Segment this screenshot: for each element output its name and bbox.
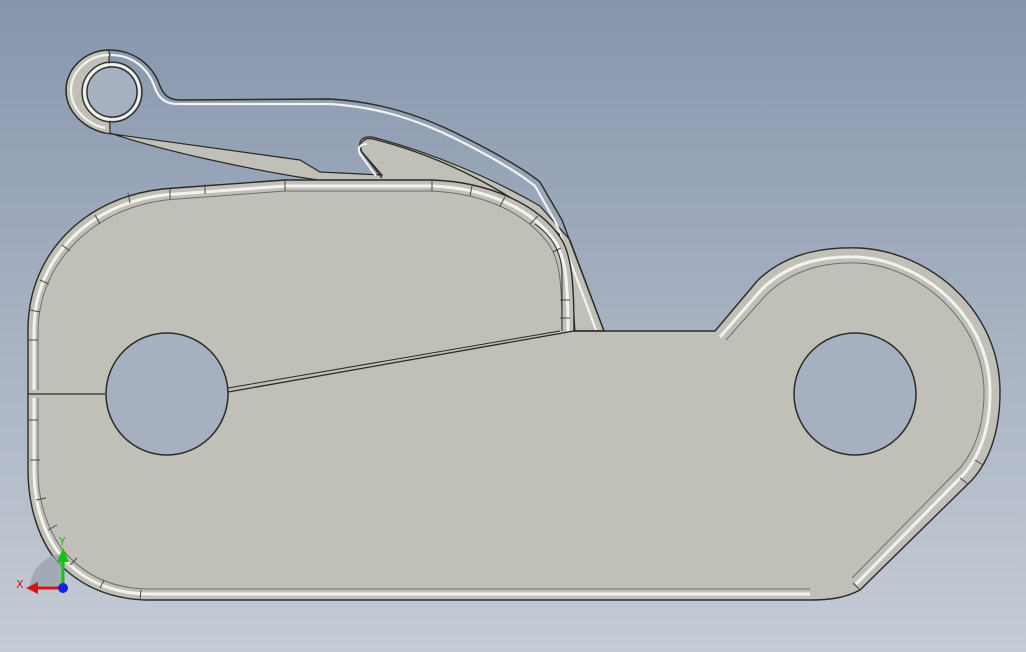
triad-y-label: Y bbox=[58, 535, 66, 548]
triad-x-label: X bbox=[16, 578, 24, 591]
triad-z-axis bbox=[58, 583, 68, 593]
cad-graphics-viewport[interactable]: X Y bbox=[0, 0, 1026, 652]
right-mounting-hole bbox=[793, 332, 917, 456]
left-mounting-hole bbox=[105, 332, 229, 456]
